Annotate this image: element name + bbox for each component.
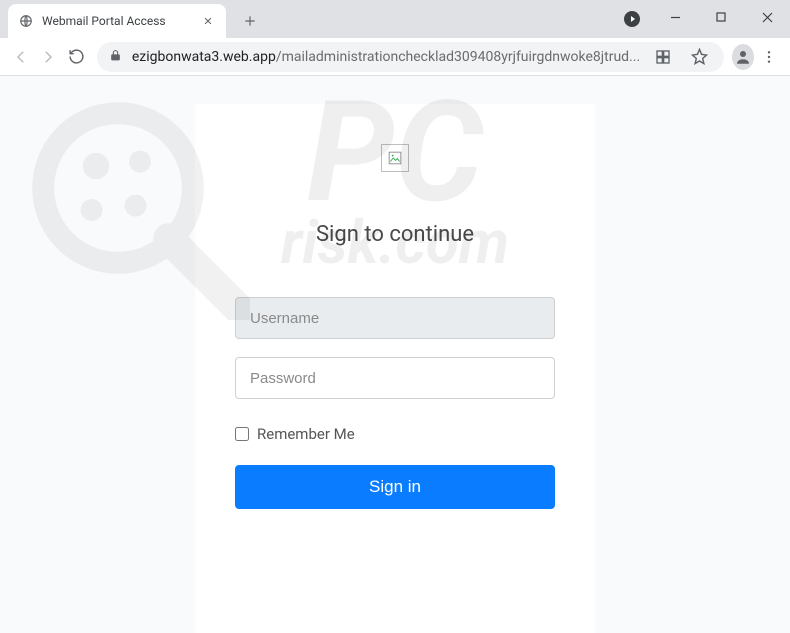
media-playing-icon[interactable] xyxy=(624,11,640,27)
close-tab-icon[interactable] xyxy=(200,13,216,29)
maximize-button[interactable] xyxy=(698,0,744,34)
menu-button[interactable] xyxy=(756,42,782,72)
profile-avatar[interactable] xyxy=(732,44,754,70)
new-tab-button[interactable] xyxy=(236,7,264,35)
browser-toolbar: ezigbonwata3.web.app/mailadministrationc… xyxy=(0,38,790,76)
browser-tab-active[interactable]: Webmail Portal Access xyxy=(8,4,226,38)
remember-me-checkbox[interactable] xyxy=(235,427,249,441)
page-viewport: Sign to continue Remember Me Sign in xyxy=(0,76,790,633)
signin-button[interactable]: Sign in xyxy=(235,465,555,509)
signin-heading: Sign to continue xyxy=(235,222,555,247)
url-host: ezigbonwata3.web.app xyxy=(132,49,276,65)
bookmark-icon[interactable] xyxy=(686,44,712,70)
install-app-icon[interactable] xyxy=(650,44,676,70)
browser-tab-strip: Webmail Portal Access xyxy=(0,0,790,38)
remember-me-row[interactable]: Remember Me xyxy=(235,425,555,443)
url-path: /mailadministrationchecklad309408yrjfuir… xyxy=(276,49,640,65)
address-bar[interactable]: ezigbonwata3.web.app/mailadministrationc… xyxy=(97,42,724,72)
globe-icon xyxy=(18,13,34,29)
tab-title: Webmail Portal Access xyxy=(42,14,192,28)
broken-image-icon xyxy=(381,144,409,172)
login-card: Sign to continue Remember Me Sign in xyxy=(195,104,595,633)
password-input[interactable] xyxy=(235,357,555,399)
url-text: ezigbonwata3.web.app/mailadministrationc… xyxy=(132,49,640,65)
username-input[interactable] xyxy=(235,297,555,339)
back-button[interactable] xyxy=(8,42,34,72)
forward-button[interactable] xyxy=(36,42,62,72)
window-controls xyxy=(652,0,790,34)
close-window-button[interactable] xyxy=(744,0,790,34)
reload-button[interactable] xyxy=(63,42,89,72)
remember-me-label: Remember Me xyxy=(257,425,355,443)
minimize-button[interactable] xyxy=(652,0,698,34)
lock-icon xyxy=(109,47,122,66)
